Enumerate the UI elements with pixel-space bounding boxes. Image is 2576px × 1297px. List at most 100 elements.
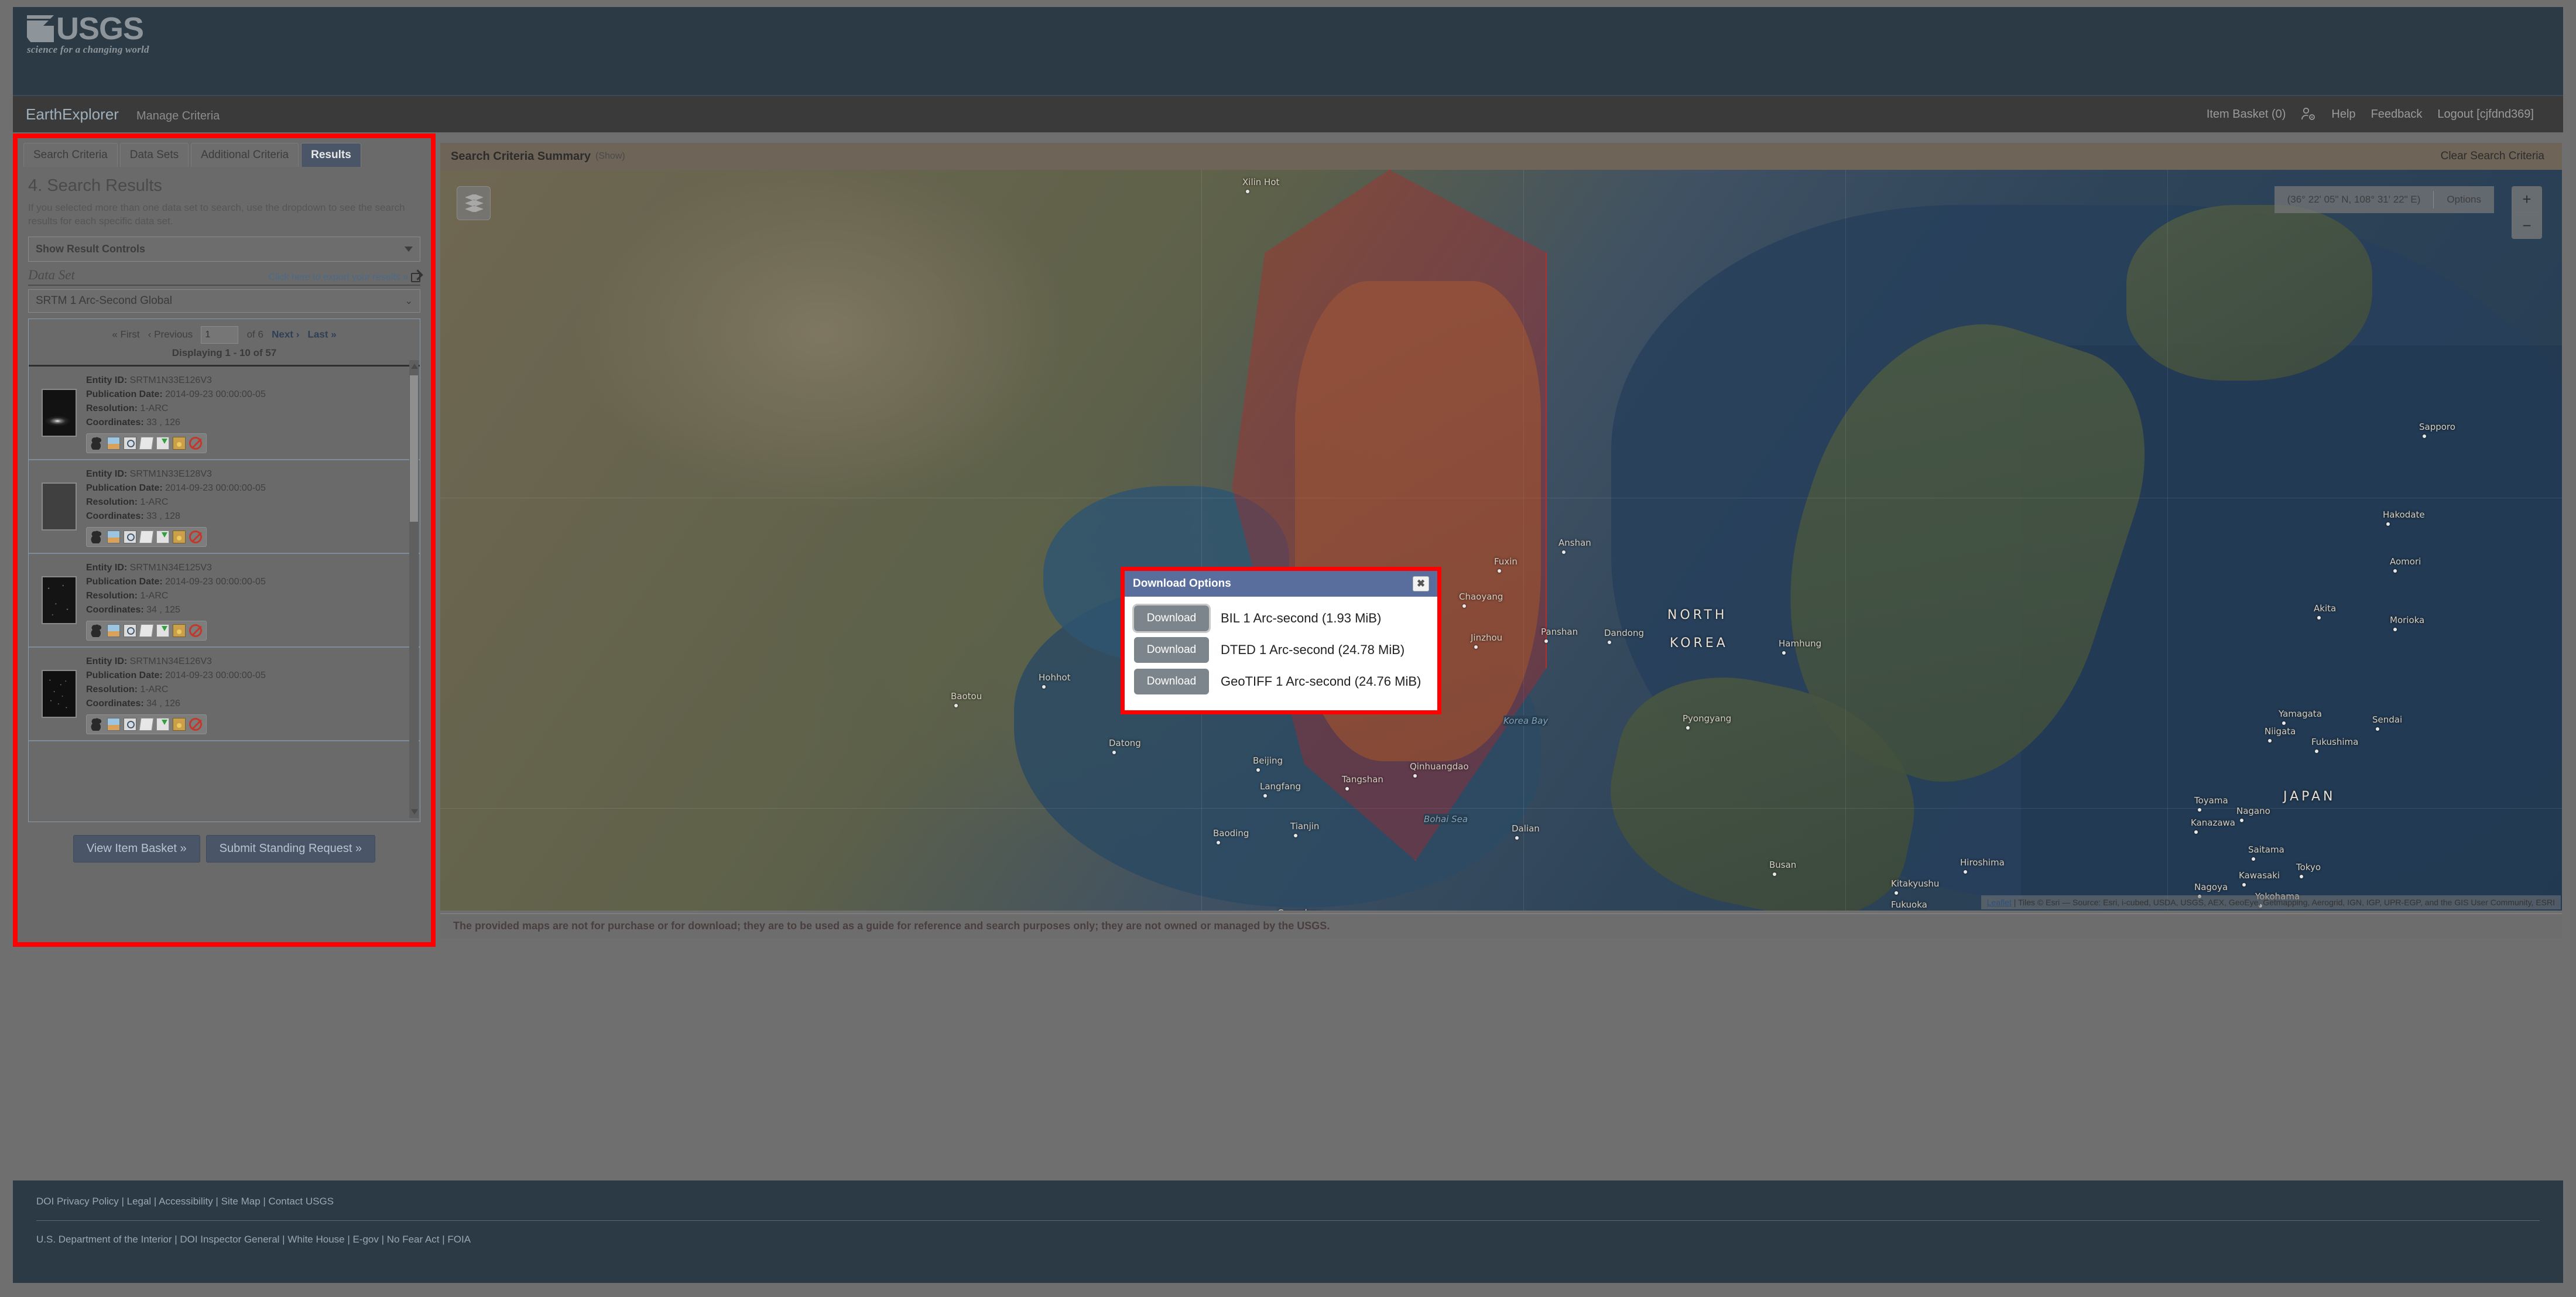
footer-links-row-1[interactable]: DOI Privacy Policy | Legal | Accessibili… (36, 1196, 2540, 1207)
download-button-geotiff[interactable]: Download (1134, 669, 1209, 694)
map-label: Busan (1769, 860, 1797, 870)
browse-overlay-icon[interactable] (107, 717, 120, 731)
compare-icon[interactable] (139, 436, 154, 450)
scroll-up-arrow-icon[interactable] (411, 363, 418, 369)
item-basket-link[interactable]: Item Basket (0) (2207, 108, 2286, 121)
download-button-bil[interactable]: Download (1132, 604, 1211, 633)
footprint-icon[interactable] (91, 717, 104, 731)
download-options-icon[interactable] (156, 624, 169, 637)
bulk-order-icon[interactable] (173, 717, 186, 731)
map-label: Yamagata (2279, 709, 2322, 719)
exclude-scene-icon[interactable] (189, 717, 202, 731)
compare-icon[interactable] (139, 624, 154, 637)
clear-search-criteria-link[interactable]: Clear Search Criteria (2441, 150, 2544, 163)
result-action-icons (86, 433, 207, 453)
map-label: Kitakyushu (1891, 878, 1940, 889)
export-results-link[interactable]: Click here to export your results » (269, 272, 420, 283)
help-link[interactable]: Help (2331, 108, 2355, 121)
scroll-down-arrow-icon[interactable] (411, 809, 418, 815)
map-city-dot (1112, 751, 1116, 754)
results-list-box: « First ‹ Previous of 6 Next › Last » Di… (28, 318, 420, 822)
map-city-dot (1782, 651, 1786, 655)
show-metadata-icon[interactable] (124, 624, 136, 637)
show-metadata-icon[interactable] (124, 436, 136, 450)
search-criteria-summary-show-link[interactable]: (Show) (595, 151, 625, 162)
tab-data-sets[interactable]: Data Sets (119, 143, 189, 167)
map-label: Jinzhou (1471, 632, 1503, 643)
result-thumbnail[interactable] (42, 669, 77, 718)
map-label: Nagoya (2194, 882, 2228, 892)
result-thumbnail[interactable] (42, 388, 77, 437)
show-metadata-icon[interactable] (124, 530, 136, 543)
pager-last[interactable]: Last » (308, 328, 337, 340)
result-thumbnail[interactable] (42, 576, 77, 624)
map-label: Fukuoka (1891, 899, 1927, 910)
nav-manage-criteria[interactable]: Manage Criteria (136, 109, 220, 123)
value-entity-id: SRTM1N33E126V3 (129, 375, 212, 385)
footprint-icon[interactable] (91, 530, 104, 543)
zoom-out-button[interactable]: − (2512, 213, 2541, 238)
bulk-order-icon[interactable] (173, 436, 186, 450)
tab-results[interactable]: Results (301, 143, 361, 167)
value-entity-id: SRTM1N34E126V3 (129, 656, 212, 666)
results-scrollbar[interactable] (409, 360, 419, 818)
compare-icon[interactable] (139, 530, 154, 543)
compare-icon[interactable] (139, 717, 154, 731)
result-list-item[interactable]: Entity ID: SRTM1N33E126V3 Publication Da… (29, 367, 420, 460)
result-list-item[interactable]: Entity ID: SRTM1N33E128V3 Publication Da… (29, 460, 420, 554)
value-publication-date: 2014-09-23 00:00:00-05 (165, 389, 266, 399)
pager-page-input[interactable] (201, 326, 239, 344)
user-settings-icon[interactable] (2301, 107, 2316, 122)
browse-overlay-icon[interactable] (107, 436, 120, 450)
download-options-dialog: Download Options ✖ Download BIL 1 Arc-se… (1121, 567, 1441, 714)
view-item-basket-button[interactable]: View Item Basket » (73, 834, 200, 863)
show-result-controls-toggle[interactable]: Show Result Controls (28, 236, 420, 262)
browse-overlay-icon[interactable] (107, 624, 120, 637)
download-button-dted[interactable]: Download (1134, 637, 1209, 663)
layers-icon[interactable] (457, 186, 491, 220)
map-city-dot (2376, 727, 2379, 731)
download-options-icon[interactable] (156, 436, 169, 450)
app-title[interactable]: EarthExplorer (26, 105, 119, 124)
footprint-icon[interactable] (91, 624, 104, 637)
leaflet-link[interactable]: Leaflet (1987, 898, 2012, 907)
pager-previous[interactable]: ‹ Previous (148, 328, 193, 340)
pager-next[interactable]: Next › (272, 328, 299, 340)
map-city-dot (2423, 434, 2426, 438)
submit-standing-request-button[interactable]: Submit Standing Request » (205, 834, 376, 863)
bulk-order-icon[interactable] (173, 530, 186, 543)
logout-link[interactable]: Logout [cjfdnd369] (2437, 108, 2534, 121)
graticule-line (1845, 170, 1846, 911)
exclude-scene-icon[interactable] (189, 436, 202, 450)
map-label: Aomori (2390, 556, 2421, 567)
tab-search-criteria[interactable]: Search Criteria (23, 143, 118, 167)
close-icon[interactable]: ✖ (1413, 576, 1429, 591)
map-label: Dandong (1604, 628, 1644, 638)
footprint-icon[interactable] (91, 436, 104, 450)
bulk-order-icon[interactable] (173, 624, 186, 637)
dataset-select[interactable]: SRTM 1 Arc-Second Global ⌄ (28, 289, 420, 313)
map-city-dot (1895, 891, 1898, 895)
result-list-item[interactable]: Entity ID: SRTM1N34E125V3 Publication Da… (29, 554, 420, 648)
pager-first[interactable]: « First (112, 328, 139, 340)
zoom-in-button[interactable]: + (2512, 187, 2541, 213)
map-city-dot (1042, 685, 1046, 689)
download-options-icon[interactable] (156, 530, 169, 543)
map-options-button[interactable]: Options (2434, 194, 2494, 206)
label-entity-id: Entity ID: (86, 468, 128, 479)
exclude-scene-icon[interactable] (189, 624, 202, 637)
download-options-icon[interactable] (156, 717, 169, 731)
show-metadata-icon[interactable] (124, 717, 136, 731)
browse-overlay-icon[interactable] (107, 530, 120, 543)
value-entity-id: SRTM1N34E125V3 (129, 562, 212, 573)
value-publication-date: 2014-09-23 00:00:00-05 (165, 576, 266, 587)
feedback-link[interactable]: Feedback (2371, 108, 2423, 121)
footer-links-row-2[interactable]: U.S. Department of the Interior | DOI In… (36, 1234, 2540, 1245)
map-canvas[interactable]: (36° 22' 05" N, 108° 31' 22" E) Options … (440, 170, 2562, 911)
tab-additional-criteria[interactable]: Additional Criteria (191, 143, 299, 167)
result-list-item[interactable]: Entity ID: SRTM1N34E126V3 Publication Da… (29, 648, 420, 741)
scrollbar-thumb[interactable] (410, 375, 418, 522)
usgs-logo[interactable]: USGS science for a changing world (27, 13, 149, 56)
exclude-scene-icon[interactable] (189, 530, 202, 543)
result-thumbnail[interactable] (42, 482, 77, 531)
